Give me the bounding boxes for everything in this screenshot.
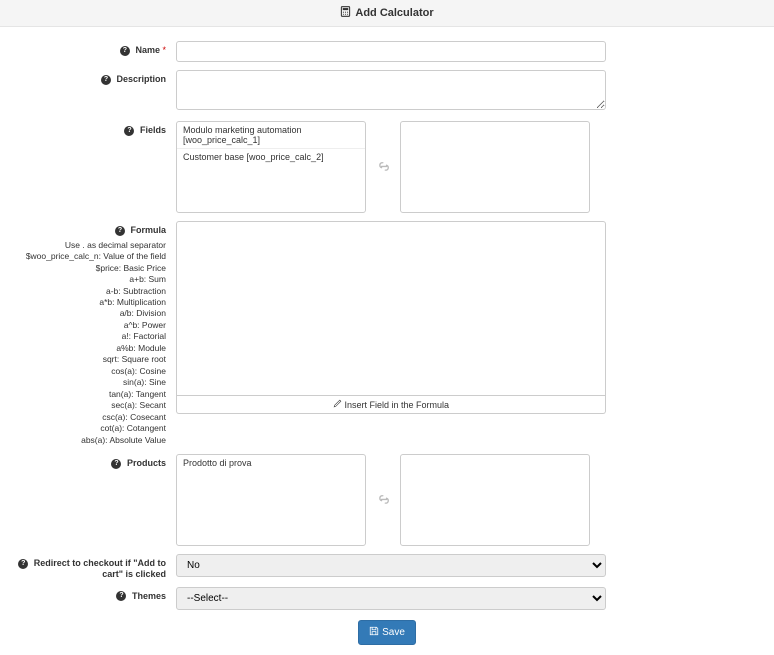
label-redirect: Redirect to checkout if "Add to cart" is… (34, 558, 166, 579)
label-products: Products (127, 458, 166, 468)
help-icon[interactable]: ? (120, 46, 130, 56)
list-item[interactable]: Customer base [woo_price_calc_2] (177, 149, 365, 165)
help-icon[interactable]: ? (115, 226, 125, 236)
list-item[interactable]: Modulo marketing automation [woo_price_c… (177, 122, 365, 149)
pencil-icon (333, 399, 342, 410)
required-mark: * (162, 45, 166, 55)
label-fields: Fields (140, 125, 166, 135)
label-name: Name (135, 45, 160, 55)
themes-select[interactable]: --Select-- (176, 587, 606, 610)
fields-available-list[interactable]: Modulo marketing automation [woo_price_c… (176, 121, 366, 213)
description-textarea[interactable] (176, 70, 606, 110)
page-title: Add Calculator (355, 7, 433, 19)
help-icon[interactable]: ? (111, 459, 121, 469)
label-formula: Formula (130, 225, 166, 235)
redirect-select[interactable]: No (176, 554, 606, 577)
link-icon[interactable] (372, 156, 394, 178)
help-icon[interactable]: ? (101, 75, 111, 85)
products-available-list[interactable]: Prodotto di prova (176, 454, 366, 546)
save-icon (369, 626, 379, 639)
label-description: Description (116, 74, 166, 84)
insert-field-button[interactable]: Insert Field in the Formula (176, 396, 606, 414)
fields-selected-list[interactable] (400, 121, 590, 213)
formula-hints: Use . as decimal separator$woo_price_cal… (6, 240, 166, 446)
link-icon[interactable] (372, 489, 394, 511)
products-selected-list[interactable] (400, 454, 590, 546)
save-button[interactable]: Save (358, 620, 416, 645)
name-input[interactable] (176, 41, 606, 62)
page-header: Add Calculator (0, 0, 774, 27)
help-icon[interactable]: ? (124, 126, 134, 136)
list-item[interactable]: Prodotto di prova (177, 455, 365, 471)
formula-textarea[interactable] (176, 221, 606, 396)
help-icon[interactable]: ? (116, 591, 126, 601)
help-icon[interactable]: ? (18, 559, 28, 569)
label-themes: Themes (132, 591, 166, 601)
calculator-icon (340, 6, 351, 20)
